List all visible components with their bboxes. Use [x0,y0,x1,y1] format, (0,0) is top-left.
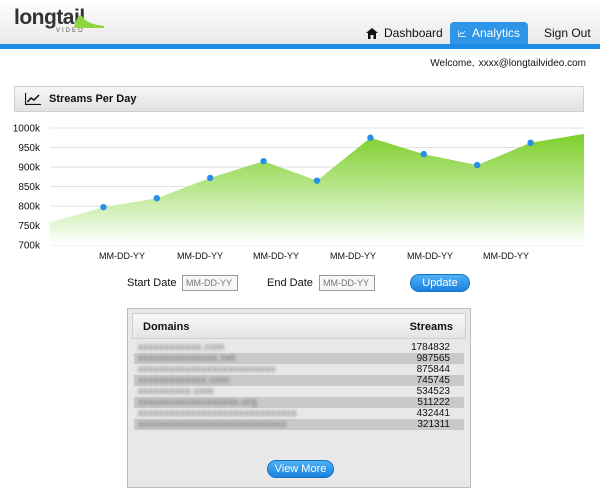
y-tick-label: 1000k [13,124,41,135]
welcome-prefix: Welcome, [430,58,475,69]
col-domains: Domains [143,321,190,333]
y-tick-label: 750k [18,221,41,232]
domain-cell: xxxxxxxxxxxxxxxxxxx.org [138,397,258,408]
y-axis-labels: 1000k 950k 900k 850k 800k 750k 700k [13,124,41,252]
streams-cell: 511222 [417,397,450,408]
start-date-field[interactable] [182,275,238,291]
streams-area [50,133,584,245]
table-header: Domains Streams [132,313,466,339]
start-date-label: Start Date [127,277,177,289]
longtail-logo[interactable]: longtail VIDEO [14,6,104,40]
table-row[interactable]: xxxxxxxxxxxxxxxxxxxxxxxxxxxxxx 432441 [134,408,464,419]
streams-cell: 534523 [416,386,450,397]
app-header: longtail VIDEO Dashboard Analytics Sign … [0,0,600,44]
streams-cell: 875844 [416,364,450,375]
domain-cell: xxxxxxxxxxxxxxxxxxxxxxxxxxxxxx [138,408,297,419]
welcome-email: xxxx@longtailvideo.com [478,58,586,69]
domain-cell: xxxxxxxxxxxxxxxxxxxxxxxxxx [138,364,276,375]
streams-cell: 321311 [417,419,450,430]
table-row[interactable]: xxxxxxxxxxxxxxxxxxxxxxxxxxxx 321311 [134,419,464,430]
data-point[interactable] [367,134,374,141]
streams-cell: 432441 [416,408,450,419]
streams-chart: 1000k950k900k850k800k750k700k MM-DD-YY MM… [13,124,584,261]
table-row[interactable]: xxxxxxxxxxxxxxx.net 987565 [134,353,464,364]
table-row[interactable]: xxxxxxxxxxxxxxxxxxxxxxxxxx 875844 [134,364,464,375]
end-date-label: End Date [267,277,313,289]
x-tick-label: MM-DD-YY [177,251,223,261]
x-tick-label: MM-DD-YY [253,251,299,261]
data-point[interactable] [260,157,267,165]
chart-panel-header: Streams Per Day [14,86,584,112]
data-point[interactable] [207,174,214,182]
nav-analytics-label: Analytics [471,26,520,40]
logo-tail-icon [74,15,104,28]
header-accent-bar [0,44,600,49]
nav-dashboard-label: Dashboard [384,26,443,40]
x-axis-labels: MM-DD-YY MM-DD-YY MM-DD-YY MM-DD-YY MM-DD-YY… [99,251,529,261]
y-tick-label: 800k [18,202,41,213]
domains-table: Domains Streams xxxxxxxxxxxx.com 1784832 x… [127,308,471,488]
domain-cell: xxxxxxxxxx.com [138,386,214,397]
data-point[interactable] [153,195,160,202]
table-row[interactable]: xxxxxxxxxxxxx.com 745745 [134,375,464,386]
data-point[interactable] [313,177,321,184]
home-icon [366,27,378,39]
streams-cell: 1784832 [411,342,450,353]
y-tick-label: 950k [18,143,41,154]
domain-cell: xxxxxxxxxxxx.com [138,342,225,353]
line-chart-icon [458,29,466,37]
data-point[interactable] [100,203,107,211]
streams-cell: 987565 [416,353,450,364]
data-point[interactable] [474,161,481,169]
table-row[interactable]: xxxxxxxxxxxx.com 1784832 [134,342,464,353]
logo-subtext: VIDEO [56,28,85,34]
x-tick-label: MM-DD-YY [407,251,453,261]
col-streams: Streams [409,321,453,333]
view-more-button[interactable]: View More [267,460,334,478]
table-body: xxxxxxxxxxxx.com 1784832 xxxxxxxxxxxxxxx.n… [134,342,464,430]
x-tick-label: MM-DD-YY [483,251,529,261]
y-tick-label: 900k [18,163,41,174]
welcome-message: Welcome, xxxx@longtailvideo.com [430,58,586,69]
domain-cell: xxxxxxxxxxxxx.com [138,375,230,386]
x-tick-label: MM-DD-YY [330,251,376,261]
chart-title: Streams Per Day [49,93,137,105]
table-row[interactable]: xxxxxxxxxx.com 534523 [134,386,464,397]
streams-cell: 745745 [416,375,450,386]
nav-dashboard[interactable]: Dashboard [358,22,451,44]
nav-sign-out[interactable]: Sign Out [536,22,599,44]
y-tick-label: 700k [18,241,41,252]
table-row[interactable]: xxxxxxxxxxxxxxxxxxx.org 511222 [134,397,464,408]
data-point[interactable] [527,139,534,147]
y-tick-label: 850k [18,182,41,193]
update-button[interactable]: Update [410,274,470,292]
x-tick-label: MM-DD-YY [99,251,145,261]
nav-analytics[interactable]: Analytics [450,22,528,44]
line-chart-icon [25,93,41,105]
data-point[interactable] [420,150,427,158]
nav-sign-out-label: Sign Out [544,26,591,40]
domain-cell: xxxxxxxxxxxxxxx.net [138,353,236,364]
domain-cell: xxxxxxxxxxxxxxxxxxxxxxxxxxxx [138,419,287,430]
end-date-field[interactable] [319,275,375,291]
